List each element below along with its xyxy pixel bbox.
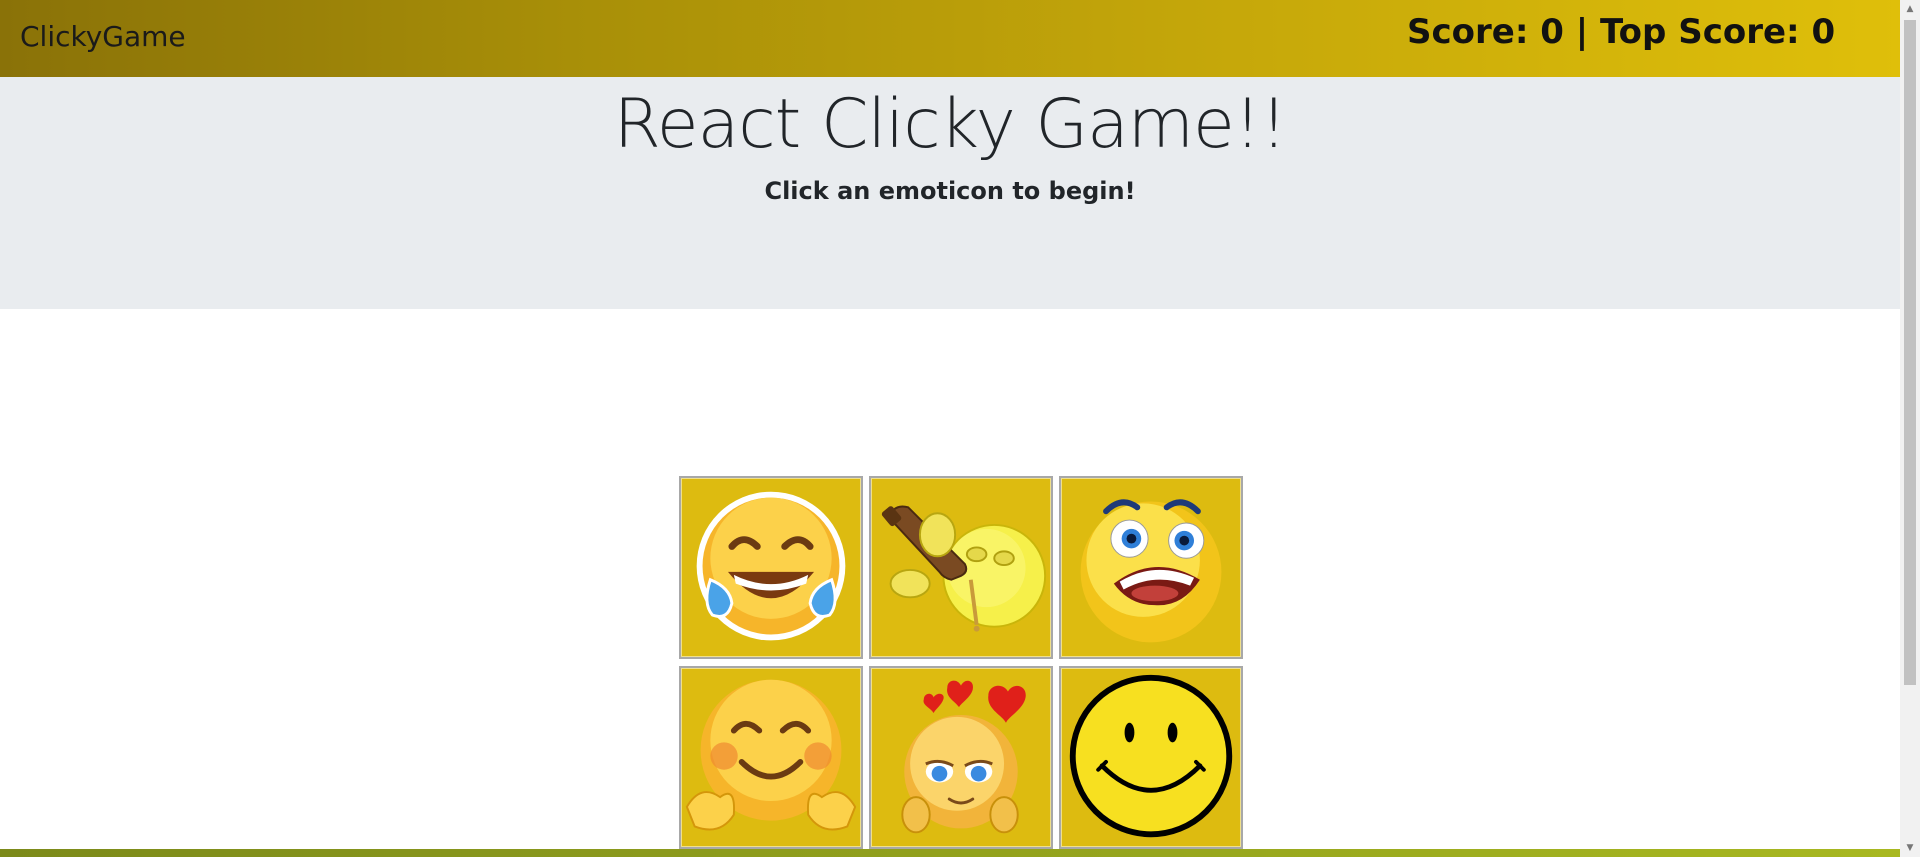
emoji-card[interactable]	[679, 666, 863, 849]
scared-emoji-icon	[1080, 499, 1222, 643]
brand-link[interactable]: ClickyGame	[20, 20, 186, 53]
emoji-card[interactable]	[869, 666, 1053, 849]
emoji-card[interactable]	[869, 476, 1053, 659]
score-display: Score: 0 | Top Score: 0	[1407, 12, 1836, 52]
emoji-card[interactable]	[679, 476, 863, 659]
page-title: React Clicky Game!!	[613, 85, 1288, 164]
emoji-card[interactable]	[1059, 666, 1243, 849]
drinking-beer-emoji-icon	[881, 505, 1047, 632]
in-love-hearts-emoji-icon	[901, 680, 1026, 834]
emoji-card[interactable]	[1059, 476, 1243, 659]
classic-smiley-icon	[1069, 674, 1233, 838]
laughing-tears-emoji-icon	[696, 491, 846, 641]
vertical-scrollbar[interactable]: ▲ ▼	[1900, 0, 1920, 857]
game-message: Click an emoticon to begin!	[764, 177, 1136, 205]
header-jumbotron: React Clicky Game!! Click an emoticon to…	[0, 77, 1900, 309]
scroll-down-arrow-icon[interactable]: ▼	[1900, 839, 1920, 857]
bottom-strip	[0, 849, 1900, 857]
hugging-blush-emoji-icon	[685, 679, 857, 831]
navbar: ClickyGame Score: 0 | Top Score: 0	[0, 0, 1900, 77]
scroll-up-arrow-icon[interactable]: ▲	[1900, 0, 1920, 18]
scroll-thumb[interactable]	[1904, 20, 1916, 685]
